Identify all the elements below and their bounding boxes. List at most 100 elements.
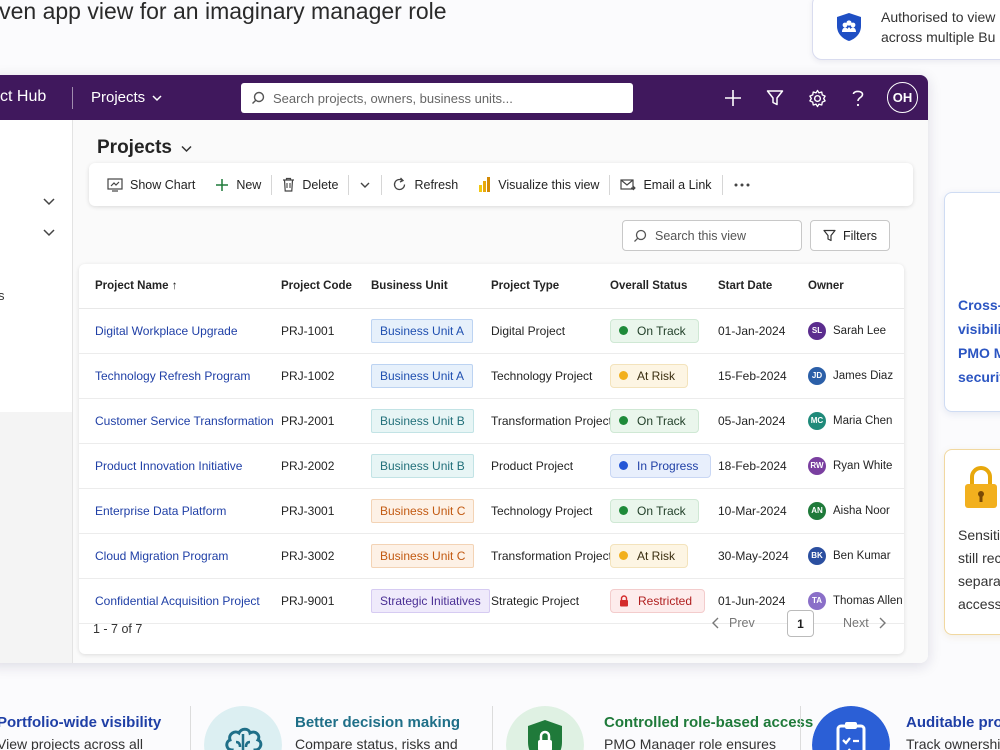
page-heading: iven app view for an imaginary manager r… <box>0 0 447 24</box>
column-header-project-code[interactable]: Project Code <box>281 264 371 309</box>
business-unit-badge: Business Unit C <box>371 498 475 523</box>
more-options-dropdown[interactable] <box>349 170 381 200</box>
avatar: MC <box>808 411 826 430</box>
help-icon[interactable] <box>847 87 869 109</box>
sidebar-item-fragment[interactable]: s <box>0 288 5 303</box>
start-date: 01-Jan-2024 <box>718 308 808 354</box>
email-link-button[interactable]: Email a Link <box>610 170 721 200</box>
app-name[interactable]: ct Hub <box>0 88 46 106</box>
project-name-link[interactable]: Enterprise Data Platform <box>95 504 226 518</box>
add-icon[interactable] <box>722 87 744 109</box>
more-commands-button[interactable] <box>723 170 761 200</box>
avatar: JD <box>808 366 826 385</box>
project-code: PRJ-1001 <box>281 308 371 354</box>
status-label: On Track <box>637 413 686 428</box>
email-link-label: Email a Link <box>643 177 712 192</box>
project-name-link[interactable]: Confidential Acquisition Project <box>95 594 260 608</box>
owner-name: Aisha Noor <box>833 504 890 517</box>
owner-cell[interactable]: MC Maria Chen <box>808 411 892 430</box>
user-avatar[interactable]: OH <box>887 82 918 113</box>
status-dot <box>619 506 628 515</box>
column-header-start-date[interactable]: Start Date <box>718 264 808 309</box>
new-label: New <box>236 177 262 192</box>
table-row[interactable]: Cloud Migration Program PRJ-3002 Business … <box>79 533 904 579</box>
show-chart-button[interactable]: Show Chart <box>97 170 205 200</box>
global-search[interactable] <box>241 83 633 113</box>
owner-cell[interactable]: TA Thomas Allen <box>808 591 903 610</box>
projects-menu[interactable]: Projects <box>91 89 163 106</box>
owner-name: Sarah Lee <box>833 324 887 337</box>
owner-cell[interactable]: RW Ryan White <box>808 456 892 475</box>
global-search-input[interactable] <box>273 90 613 106</box>
view-search-input[interactable] <box>655 228 795 243</box>
start-date: 30-May-2024 <box>718 533 808 579</box>
refresh-button[interactable]: Refresh <box>382 170 468 200</box>
refresh-label: Refresh <box>414 177 459 192</box>
shield-icon <box>989 223 1000 273</box>
sensitive-access-text: Sensiti still rec separa access <box>958 527 1000 612</box>
project-name-link[interactable]: Cloud Migration Program <box>95 549 228 563</box>
start-date: 10-Mar-2024 <box>718 488 808 534</box>
next-page-button[interactable]: Next <box>843 616 887 630</box>
column-header-project-name[interactable]: Project Name ↑ <box>79 264 281 309</box>
filter-icon[interactable] <box>764 87 786 109</box>
table-row[interactable]: Product Innovation Initiative PRJ-2002 Bus… <box>79 443 904 489</box>
cross-visibility-card: Cross- visibili PMO M securit <box>944 192 1000 412</box>
owner-cell[interactable]: JD James Diaz <box>808 366 893 385</box>
column-header-project-type[interactable]: Project Type <box>491 264 610 309</box>
table-row[interactable]: Technology Refresh Program PRJ-1002 Busine… <box>79 353 904 399</box>
column-header-owner[interactable]: Owner <box>808 264 904 309</box>
column-header-overall-status[interactable]: Overall Status <box>610 264 718 309</box>
project-name-link[interactable]: Technology Refresh Program <box>95 369 250 383</box>
delete-button[interactable]: Delete <box>272 170 348 200</box>
auth-card-line1: Authorised to view <box>881 9 996 25</box>
table-row[interactable]: Enterprise Data Platform PRJ-3001 Business… <box>79 488 904 534</box>
status-badge: Restricted <box>610 588 706 613</box>
top-navigation-bar: ct Hub Projects OH <box>0 75 928 120</box>
table-row[interactable]: Customer Service Transformation PRJ-2001 B… <box>79 398 904 444</box>
refresh-icon <box>394 177 406 191</box>
project-type: Product Project <box>491 443 610 489</box>
view-search[interactable] <box>622 220 802 251</box>
chevron-down-icon[interactable] <box>42 194 56 208</box>
current-page[interactable]: 1 <box>787 610 814 637</box>
table-row[interactable]: Confidential Acquisition Project PRJ-9001… <box>79 578 904 624</box>
lock-icon <box>965 466 997 508</box>
chevron-down-icon[interactable] <box>42 225 56 239</box>
projects-grid: Project Name ↑ Project Code Business Uni… <box>79 264 904 654</box>
owner-cell[interactable]: SL Sarah Lee <box>808 321 887 340</box>
app-window: ct Hub Projects OH s <box>0 75 928 663</box>
status-dot <box>619 371 628 380</box>
filter-icon <box>823 229 836 242</box>
status-badge: On Track <box>610 408 699 433</box>
view-selector[interactable]: Projects <box>97 137 193 159</box>
owner-cell[interactable]: BK Ben Kumar <box>808 546 891 565</box>
clipboard-check-icon <box>812 706 890 750</box>
filters-button[interactable]: Filters <box>810 220 890 251</box>
table-row[interactable]: Digital Workplace Upgrade PRJ-1001 Busines… <box>79 308 904 354</box>
status-dot <box>619 551 628 560</box>
business-unit-badge: Business Unit B <box>371 453 474 478</box>
column-header-business-unit[interactable]: Business Unit <box>371 264 491 309</box>
new-button[interactable]: New <box>205 170 271 200</box>
project-name-link[interactable]: Digital Workplace Upgrade <box>95 324 238 338</box>
plus-icon <box>216 178 229 191</box>
avatar: RW <box>808 456 826 475</box>
feature-title: Portfolio-wide visibility <box>0 714 162 731</box>
show-chart-label: Show Chart <box>130 177 196 192</box>
owner-cell[interactable]: AN Aisha Noor <box>808 501 890 520</box>
start-date: 15-Feb-2024 <box>718 353 808 399</box>
authorisation-card: Authorised to view across multiple Bu <box>812 0 1000 60</box>
avatar: TA <box>808 591 826 610</box>
prev-label: Prev <box>729 616 755 630</box>
project-name-link[interactable]: Product Innovation Initiative <box>95 459 242 473</box>
ellipsis-icon <box>734 183 750 186</box>
sort-ascending-icon: ↑ <box>171 279 178 292</box>
status-badge: At Risk <box>610 363 689 388</box>
business-unit-badge: Business Unit B <box>371 408 474 433</box>
visualize-view-button[interactable]: Visualize this view <box>468 170 609 200</box>
prev-page-button[interactable]: Prev <box>711 616 755 630</box>
project-name-link[interactable]: Customer Service Transformation <box>95 414 274 428</box>
page-title: Projects <box>97 137 172 158</box>
gear-icon[interactable] <box>806 87 828 109</box>
